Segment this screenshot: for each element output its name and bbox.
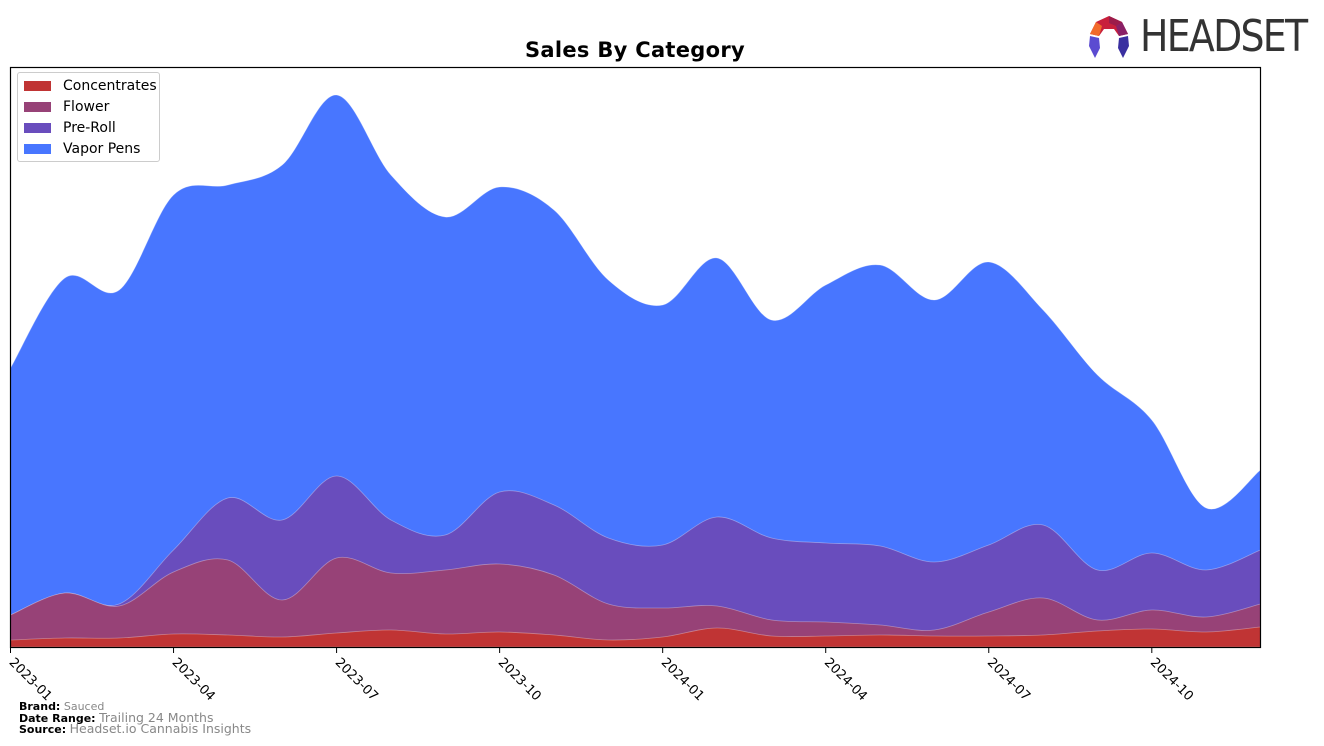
headset-logo: HEADSET (1086, 14, 1324, 60)
x-tick-label-2024-04: 2024-04 (821, 655, 870, 704)
x-tick-label-2023-10: 2023-10 (495, 655, 544, 704)
source-value: Headset.io Cannabis Insights (69, 721, 252, 736)
legend-item-flower: Flower (24, 97, 109, 117)
legend-label-flower: Flower (63, 99, 110, 115)
area-layers (10, 94, 1261, 648)
legend-label-concentrates: Concentrates (63, 78, 157, 94)
legend-item-pre-roll: Pre-Roll (24, 118, 116, 138)
chart-area: 2023-01 2023-04 2023-07 2023-10 2024-01 2024-… (6, 66, 1262, 704)
x-tick-label-2023-07: 2023-07 (332, 655, 381, 704)
source-label: Source: (19, 723, 67, 736)
footer-brand: Brand: Sauced (19, 701, 104, 712)
headset-logo-icon (1089, 16, 1129, 58)
x-tick-label-2023-01: 2023-01 (6, 655, 55, 704)
footer-source: Source: Headset.io Cannabis Insights (19, 721, 252, 736)
x-tick-label-2023-04: 2023-04 (169, 655, 218, 704)
x-tick-label-2024-07: 2024-07 (984, 655, 1033, 704)
legend: Concentrates Flower Pre-Roll Vapor Pens (17, 72, 160, 162)
headset-logo-text: HEADSET (1140, 11, 1308, 62)
legend-item-concentrates: Concentrates (24, 76, 157, 96)
legend-label-pre-roll: Pre-Roll (63, 120, 116, 136)
legend-item-vapor-pens: Vapor Pens (24, 139, 140, 159)
legend-label-vapor-pens: Vapor Pens (63, 141, 141, 157)
x-tick-label-2024-01: 2024-01 (658, 655, 707, 704)
x-axis: 2023-01 2023-04 2023-07 2023-10 2024-01 2024-… (6, 647, 1196, 704)
legend-swatch-pre-roll (24, 123, 51, 133)
x-tick-label-2024-10: 2024-10 (1147, 655, 1196, 704)
legend-swatch-flower (24, 102, 51, 112)
legend-swatch-vapor-pens (24, 144, 51, 154)
legend-swatch-concentrates (24, 81, 51, 91)
